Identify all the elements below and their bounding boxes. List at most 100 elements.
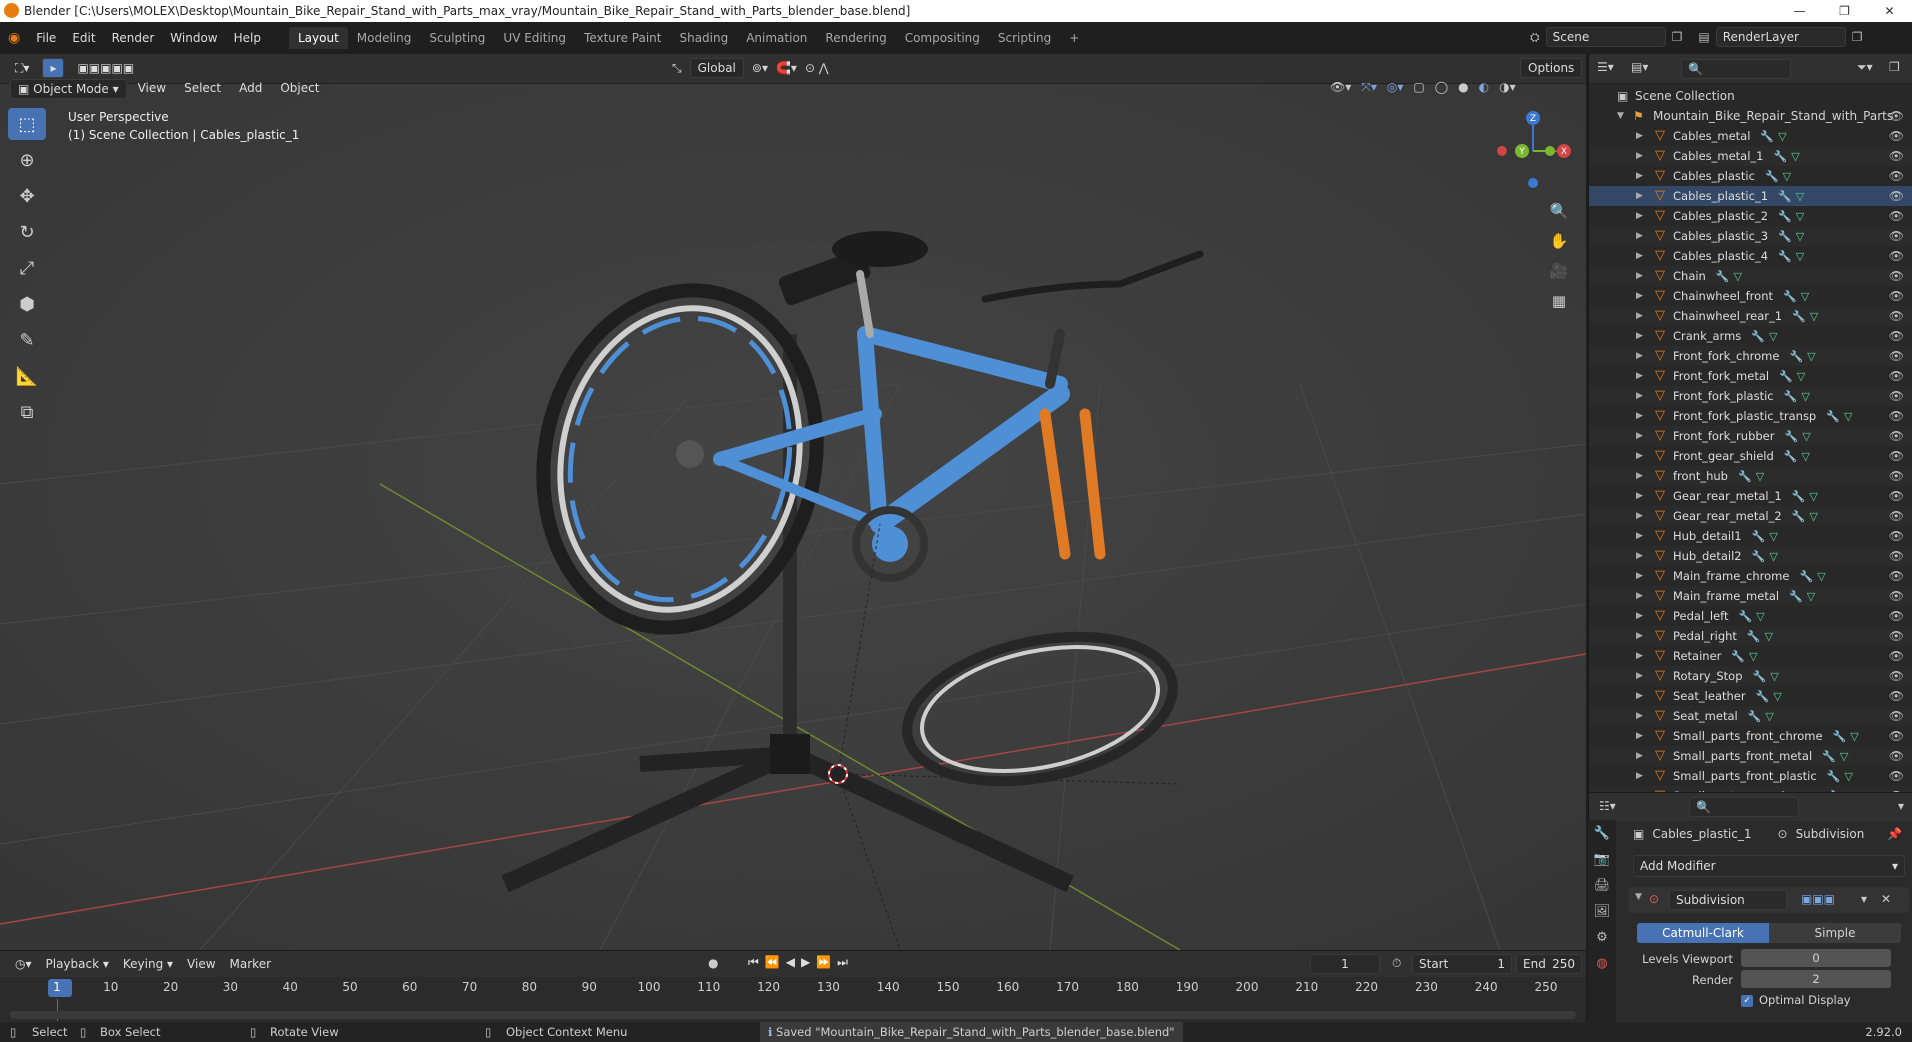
menu-object[interactable]: Object (273, 79, 326, 99)
scene-tab-icon[interactable]: ⚙ (1588, 924, 1616, 950)
menu-add[interactable]: Add (232, 79, 269, 99)
world-tab-icon[interactable]: ◍ (1588, 950, 1616, 976)
transform-tool-icon[interactable]: ⬢ (8, 288, 46, 320)
blender-menu-icon[interactable]: ◉ (0, 30, 28, 46)
add-modifier-dropdown[interactable]: Add Modifier ▾ (1633, 855, 1905, 877)
expand-icon[interactable]: ▶ (1636, 246, 1643, 266)
tab-layout[interactable]: Layout (288, 27, 348, 49)
move-tool-icon[interactable]: ✥ (8, 180, 46, 212)
catmull-clark-button[interactable]: Catmull-Clark (1637, 923, 1769, 943)
add-cube-tool-icon[interactable]: ⧉ (8, 396, 46, 428)
visibility-eye-icon[interactable]: 👁 (1889, 666, 1904, 686)
expand-icon[interactable]: ▶ (1636, 746, 1643, 766)
expand-icon[interactable]: ▶ (1636, 586, 1643, 606)
overlay-icon[interactable]: ◎▾ (1387, 80, 1404, 95)
outliner-item[interactable]: ▶ ▽ Front_fork_plastic 🔧 ▽ 👁 (1589, 386, 1912, 406)
record-icon[interactable]: ● (708, 956, 718, 970)
expand-icon[interactable]: ▶ (1636, 166, 1643, 186)
outliner-item[interactable]: ▶ ▽ Cables_plastic_2 🔧 ▽ 👁 (1589, 206, 1912, 226)
cursor-tool-icon[interactable]: ⊕ (8, 144, 46, 176)
visibility-icon[interactable]: 👁▾ (1330, 80, 1351, 95)
outliner-item[interactable]: ▶ ▽ Gear_rear_metal_2 🔧 ▽ 👁 (1589, 506, 1912, 526)
visibility-eye-icon[interactable]: 👁 (1889, 386, 1904, 406)
outliner-item[interactable]: ▶ ▽ Small_parts_front_chrome 🔧 ▽ 👁 (1589, 726, 1912, 746)
outliner-item[interactable]: ▶ ▽ Rotary_Stop 🔧 ▽ 👁 (1589, 666, 1912, 686)
visibility-eye-icon[interactable]: 👁 (1889, 366, 1904, 386)
outliner-item[interactable]: ▶ ▽ Cables_plastic 🔧 ▽ 👁 (1589, 166, 1912, 186)
start-frame-field[interactable]: Start 1 (1412, 954, 1512, 974)
timeline-ruler[interactable]: 1 10 20 30 40 50 60 70 80 90 100 110 120 130 140 150 160… (0, 977, 1586, 999)
timeline-editor-icon[interactable]: ◷▾ (8, 955, 39, 973)
properties-search-input[interactable]: 🔍 (1689, 797, 1799, 817)
pin-icon[interactable]: 📌 (1887, 827, 1902, 841)
visibility-eye-icon[interactable]: 👁 (1889, 466, 1904, 486)
outliner-item[interactable]: ▶ ▽ Front_gear_shield 🔧 ▽ 👁 (1589, 446, 1912, 466)
visibility-eye-icon[interactable]: 👁 (1889, 526, 1904, 546)
transform-orientation-dropdown[interactable]: Global (689, 58, 744, 78)
outliner-item[interactable]: ▶ ▽ Seat_metal 🔧 ▽ 👁 (1589, 706, 1912, 726)
visibility-eye-icon[interactable]: 👁 (1889, 566, 1904, 586)
collapse-icon[interactable]: ▼ (1617, 106, 1624, 126)
measure-tool-icon[interactable]: 📐 (8, 360, 46, 392)
expand-icon[interactable]: ▶ (1636, 406, 1643, 426)
tab-texture-paint[interactable]: Texture Paint (575, 27, 670, 49)
outliner-search-input[interactable]: 🔍 (1681, 59, 1791, 79)
visibility-eye-icon[interactable]: 👁 (1889, 446, 1904, 466)
menu-render[interactable]: Render (104, 31, 163, 45)
add-workspace-icon[interactable]: + (1060, 27, 1088, 49)
modifier-display-icons[interactable]: ▣▣▣ (1801, 892, 1835, 906)
expand-icon[interactable]: ▶ (1636, 206, 1643, 226)
tab-animation[interactable]: Animation (737, 27, 816, 49)
close-icon[interactable]: ✕ (1867, 0, 1912, 22)
scene-collection-row[interactable]: ▣ Scene Collection (1589, 86, 1912, 106)
menu-timeline-view[interactable]: View (180, 955, 222, 973)
visibility-eye-icon[interactable]: 👁 (1889, 166, 1904, 186)
visibility-eye-icon[interactable]: 👁 (1889, 606, 1904, 626)
outliner-item[interactable]: ▶ ▽ Crank_arms 🔧 ▽ 👁 (1589, 326, 1912, 346)
outliner-item[interactable]: ▶ ▽ Front_fork_plastic_transp 🔧 ▽ 👁 (1589, 406, 1912, 426)
playback-controls-icons[interactable]: ⏮⏪◀▶⏩⏭ (748, 955, 854, 970)
modifier-name-field[interactable]: Subdivision (1669, 890, 1787, 910)
outliner-item[interactable]: ▶ ▽ Main_frame_chrome 🔧 ▽ 👁 (1589, 566, 1912, 586)
menu-edit[interactable]: Edit (64, 31, 103, 45)
shading-wireframe-icon[interactable]: ◯ (1435, 80, 1448, 95)
visibility-eye-icon[interactable]: 👁 (1889, 286, 1904, 306)
visibility-eye-icon[interactable]: 👁 (1889, 326, 1904, 346)
end-frame-field[interactable]: End 250 (1516, 954, 1582, 974)
visibility-eye-icon[interactable]: 👁 (1889, 726, 1904, 746)
expand-icon[interactable]: ▶ (1636, 606, 1643, 626)
optimal-display-checkbox[interactable]: ✓ (1741, 995, 1753, 1007)
outliner-item[interactable]: ▶ ▽ Pedal_right 🔧 ▽ 👁 (1589, 626, 1912, 646)
outliner-item[interactable]: ▶ ▽ Cables_plastic_4 🔧 ▽ 👁 (1589, 246, 1912, 266)
render-tab-icon[interactable]: 📷 (1588, 846, 1616, 872)
perspective-grid-icon[interactable]: ▦ (1546, 288, 1572, 314)
current-frame-field[interactable]: 1 (1310, 954, 1380, 974)
outliner-item[interactable]: ▶ ▽ Front_fork_rubber 🔧 ▽ 👁 (1589, 426, 1912, 446)
visibility-eye-icon[interactable]: 👁 (1889, 146, 1904, 166)
visibility-eye-icon[interactable]: 👁 (1889, 106, 1904, 126)
outliner-item[interactable]: ▶ ▽ Hub_detail2 🔧 ▽ 👁 (1589, 546, 1912, 566)
gizmo-icon[interactable]: ⤧▾ (1361, 80, 1377, 95)
scale-tool-icon[interactable]: ⤢ (8, 252, 46, 284)
expand-icon[interactable]: ▶ (1636, 186, 1643, 206)
outliner-item[interactable]: ▶ ▽ Chainwheel_rear_1 🔧 ▽ 👁 (1589, 306, 1912, 326)
properties-editor-icon[interactable]: ☷▾ (1599, 799, 1616, 813)
visibility-eye-icon[interactable]: 👁 (1889, 506, 1904, 526)
outliner-item[interactable]: ▶ ▽ Cables_plastic_1 🔧 ▽ 👁 (1589, 186, 1912, 206)
expand-icon[interactable]: ▶ (1636, 706, 1643, 726)
timeline-scrollbar[interactable] (10, 1011, 1576, 1019)
remove-modifier-icon[interactable]: ✕ (1881, 892, 1891, 906)
expand-icon[interactable]: ▶ (1636, 766, 1643, 786)
outliner-item[interactable]: ▶ ▽ Gear_rear_metal_1 🔧 ▽ 👁 (1589, 486, 1912, 506)
visibility-eye-icon[interactable]: 👁 (1889, 186, 1904, 206)
visibility-eye-icon[interactable]: 👁 (1889, 686, 1904, 706)
pan-hand-icon[interactable]: ✋ (1546, 228, 1572, 254)
shading-material-icon[interactable]: ◐ (1479, 80, 1489, 95)
visibility-eye-icon[interactable]: 👁 (1889, 306, 1904, 326)
expand-icon[interactable]: ▶ (1636, 266, 1643, 286)
3d-viewport[interactable]: User Perspective (1) Scene Collection | … (0, 84, 1586, 950)
menu-window[interactable]: Window (162, 31, 225, 45)
outliner-item[interactable]: ▶ ▽ front_hub 🔧 ▽ 👁 (1589, 466, 1912, 486)
outliner-editor-icon[interactable]: ☰▾ (1597, 60, 1614, 74)
proportional-icon[interactable]: ⊙ ⋀ (805, 61, 829, 75)
